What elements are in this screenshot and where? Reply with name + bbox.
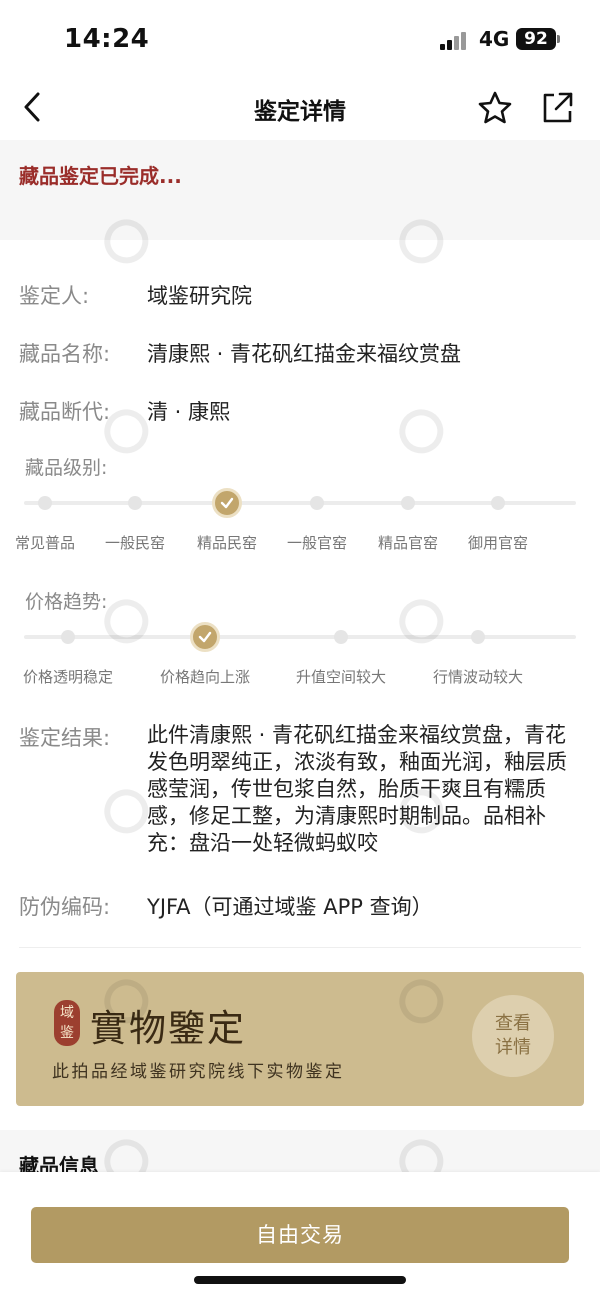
price-title: 价格趋势: [25,591,108,613]
status-bar: 14:24 4G 92 [0,0,600,80]
dating-value: 清 · 康熙 [147,400,231,424]
level-option-label: 一般官窑 [286,534,348,552]
watermark-logo [385,548,515,661]
status-time: 14:24 [64,24,150,54]
dating-label: 藏品断代: [19,400,111,424]
star-outline-icon[interactable] [476,89,514,127]
anti-fake-value: YJFA（可通过域鉴 APP 查询） [147,895,433,919]
level-dot [128,496,142,510]
result-text: 此件清康熙 · 青花矾红描金来福纹赏盘，青花发色明翠纯正，浓淡有致，釉面光润，釉… [147,723,567,855]
network-type: 4G [479,27,510,51]
level-title: 藏品级别: [25,457,108,479]
divider [19,947,581,948]
appraiser-value: 域鉴研究院 [147,284,252,308]
level-option-label: 一般民窑 [104,534,166,552]
view-details-button[interactable]: 查看 详情 [472,995,554,1077]
seal-bottom-char: 鉴 [60,1025,74,1041]
free-trade-button[interactable]: 自由交易 [31,1207,569,1263]
signal-icon [440,30,470,50]
level-option-label: 御用官窑 [467,534,529,552]
view-details-line2: 详情 [495,1037,531,1058]
level-option-label: 精品民窑 [196,534,258,552]
level-dot [310,496,324,510]
view-details-line1: 查看 [495,1013,531,1034]
price-dot [471,630,485,644]
level-option-label: 精品官窑 [377,534,439,552]
banner-subtitle: 此拍品经域鉴研究院线下实物鉴定 [52,1062,345,1082]
status-notice: 藏品鉴定已完成... [0,140,600,240]
banner-title: 實物鑒定 [90,1007,246,1050]
price-option-label: 价格趋向上涨 [159,668,251,686]
battery-icon: 92 [516,28,556,50]
physical-appraisal-banner[interactable]: 域 鉴 實物鑒定 此拍品经域鉴研究院线下实物鉴定 查看 详情 [16,972,584,1106]
level-dot [491,496,505,510]
nav-bar: 鉴定详情 [0,80,600,138]
level-dot [401,496,415,510]
price-track [24,635,576,639]
battery-tip [557,35,560,43]
share-icon[interactable] [538,89,576,127]
level-option-label: 常见普品 [14,534,76,552]
name-value: 清康熙 · 青花矾红描金来福纹赏盘 [147,342,462,366]
price-option-label: 价格透明稳定 [22,668,114,686]
anti-fake-label: 防伪编码: [19,895,111,919]
seal-top-char: 域 [60,1005,74,1021]
collection-info-section: 藏品信息 [0,1130,600,1178]
level-dot [38,496,52,510]
home-indicator [194,1276,406,1284]
name-label: 藏品名称: [19,342,111,366]
appraiser-label: 鉴定人: [19,284,90,308]
seal-icon: 域 鉴 [54,1000,80,1046]
price-option-label: 行情波动较大 [432,668,524,686]
bottom-action-bar: 自由交易 [0,1172,600,1298]
notice-text: 藏品鉴定已完成... [19,164,182,188]
watermark-logo [385,358,515,471]
price-dot [61,630,75,644]
level-selected-check-icon [212,488,242,518]
price-dot [334,630,348,644]
price-selected-check-icon [190,622,220,652]
result-label: 鉴定结果: [19,726,111,750]
price-option-label: 升值空间较大 [295,668,387,686]
